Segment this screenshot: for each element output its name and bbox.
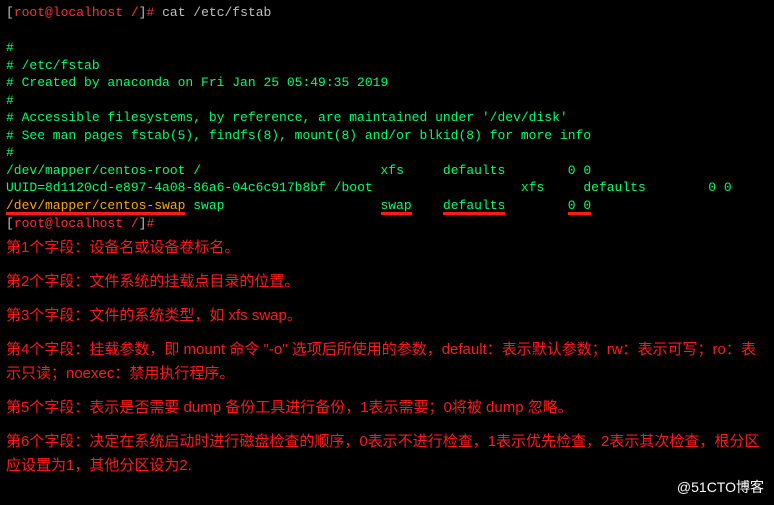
prompt-symbol: # xyxy=(146,216,154,231)
fstab-comment: # See man pages fstab(5), findfs(8), mou… xyxy=(6,127,768,145)
annotation-field-5: 第5个字段：表示是否需要 dump 备份工具进行备份，1表示需要；0将被 dum… xyxy=(6,396,768,420)
annotation-field-3: 第3个字段：文件的系统类型，如 xfs swap。 xyxy=(6,304,768,328)
fstab-pass: 0 xyxy=(583,163,591,178)
fstab-entry: UUID=8d1120cd-e897-4a08-86a6-04c6c917b8b… xyxy=(6,179,768,197)
fstab-entry: /dev/mapper/centos-swap swap swap defaul… xyxy=(6,197,768,215)
fstab-comment: # Created by anaconda on Fri Jan 25 05:4… xyxy=(6,74,768,92)
fstab-device: /dev/mapper/centos-root xyxy=(6,163,185,178)
fstab-comment: # xyxy=(6,92,768,110)
fstab-mount: /boot xyxy=(334,180,373,195)
fstab-mount: swap xyxy=(193,198,224,213)
shell-prompt-line[interactable]: [root@localhost /]# cat /etc/fstab xyxy=(6,4,768,22)
cwd: / xyxy=(131,216,139,231)
fstab-mount: / xyxy=(193,163,201,178)
fstab-type: xfs xyxy=(521,180,544,195)
fstab-opts: defaults xyxy=(583,180,645,195)
watermark: @51CTO博客 xyxy=(677,478,764,497)
fstab-type: xfs xyxy=(381,163,404,178)
fstab-opts: defaults xyxy=(443,163,505,178)
user-host: root@localhost xyxy=(14,216,123,231)
fstab-device: /dev/mapper/centos-swap xyxy=(6,198,185,213)
fstab-pass: 0 xyxy=(724,180,732,195)
annotation-field-4: 第4个字段：挂载参数，即 mount 命令 "-o" 选项后所使用的参数，def… xyxy=(6,338,768,386)
bracket-open: [ xyxy=(6,216,14,231)
annotation-field-1: 第1个字段：设备名或设备卷标名。 xyxy=(6,236,768,260)
fstab-device: UUID=8d1120cd-e897-4a08-86a6-04c6c917b8b… xyxy=(6,180,326,195)
command-text: cat /etc/fstab xyxy=(162,5,271,20)
annotation-field-6: 第6个字段：决定在系统启动时进行磁盘检查的顺序，0表示不进行检查，1表示优先检查… xyxy=(6,430,768,478)
user-host: root@localhost xyxy=(14,5,123,20)
fstab-dump-pass: 0 0 xyxy=(568,198,591,213)
annotations: 第1个字段：设备名或设备卷标名。 第2个字段：文件系统的挂载点目录的位置。 第3… xyxy=(6,236,768,478)
fstab-entry: /dev/mapper/centos-root / xfs defaults 0… xyxy=(6,162,768,180)
fstab-comment: # xyxy=(6,39,768,57)
fstab-dump: 0 xyxy=(708,180,716,195)
fstab-comment: # Accessible filesystems, by reference, … xyxy=(6,109,768,127)
fstab-comment: # xyxy=(6,144,768,162)
fstab-type: swap xyxy=(381,198,412,213)
cwd: / xyxy=(131,5,139,20)
fstab-opts: defaults xyxy=(443,198,505,213)
fstab-dump: 0 xyxy=(568,163,576,178)
bracket-open: [ xyxy=(6,5,14,20)
fstab-comment: # /etc/fstab xyxy=(6,57,768,75)
shell-prompt-line[interactable]: [root@localhost /]# xyxy=(6,215,768,233)
annotation-field-2: 第2个字段：文件系统的挂载点目录的位置。 xyxy=(6,270,768,294)
